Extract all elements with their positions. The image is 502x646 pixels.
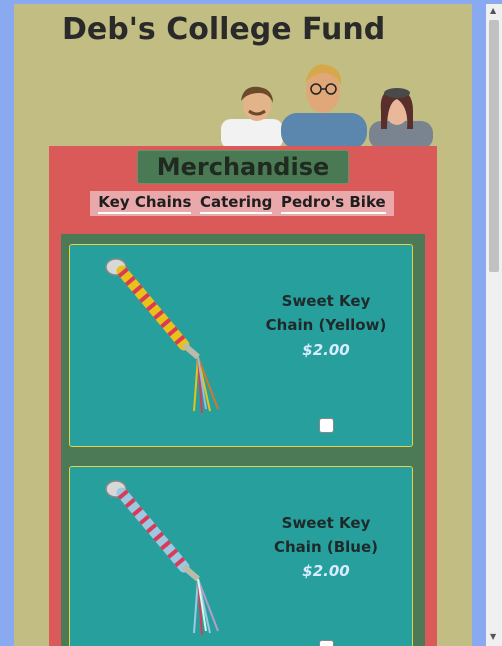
nav-pedros-bike[interactable]: Pedro's Bike [281, 193, 386, 214]
product-price: $2.00 [302, 341, 350, 359]
merch-nav: Key Chains Catering Pedro's Bike [90, 191, 394, 216]
product-select-checkbox[interactable] [319, 640, 334, 646]
product-select-checkbox[interactable] [319, 418, 334, 433]
product-card: Sweet Key Chain (Blue) $2.00 [69, 466, 413, 646]
product-name: Sweet Key Chain (Yellow) [265, 292, 387, 334]
product-card: Sweet Key Chain (Yellow) $2.00 [69, 244, 413, 447]
site-title: Deb's College Fund [62, 12, 386, 47]
product-grid: Sweet Key Chain (Yellow) $2.00 Sweet Key… [61, 234, 425, 646]
page: Deb's College Fund Merchandise Key Chain… [14, 4, 472, 646]
blue-key-chain-image [105, 480, 219, 636]
scroll-up-icon[interactable]: ▲ [490, 6, 496, 15]
yellow-key-chain-image [105, 258, 219, 414]
nav-catering[interactable]: Catering [199, 193, 273, 214]
scrollbar-thumb[interactable] [489, 20, 499, 272]
merchandise-title: Merchandise [137, 150, 349, 184]
product-price: $2.00 [302, 562, 350, 580]
product-name: Sweet Key Chain (Blue) [274, 514, 378, 556]
nav-key-chains[interactable]: Key Chains [98, 193, 192, 214]
scroll-down-icon[interactable]: ▼ [490, 632, 496, 641]
header-people-illustration [221, 64, 433, 147]
vertical-scrollbar[interactable]: ▲ ▼ [486, 4, 502, 646]
merchandise-panel: Merchandise Key Chains Catering Pedro's … [49, 146, 437, 646]
